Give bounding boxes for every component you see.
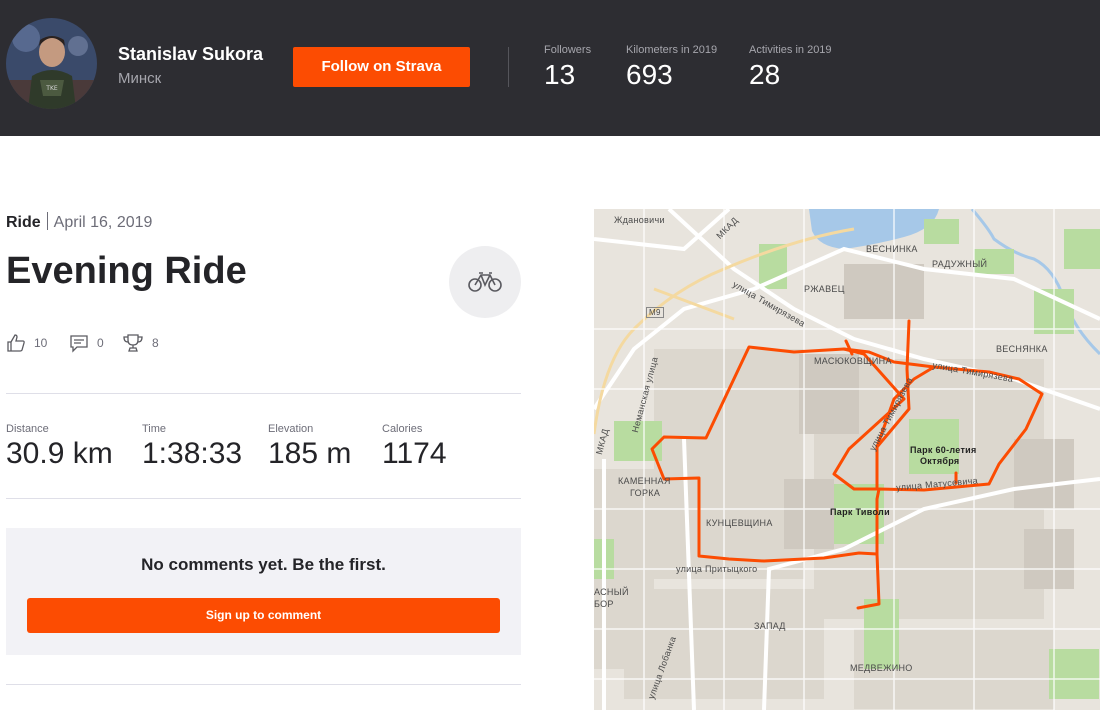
athlete-name[interactable]: Stanislav Sukora — [118, 44, 263, 65]
metric-distance: Distance 30.9 km — [6, 423, 113, 471]
map-label: Октября — [920, 456, 960, 466]
no-comments-text: No comments yet. Be the first. — [141, 555, 386, 574]
signup-to-comment-button[interactable]: Sign up to comment — [27, 598, 500, 633]
avatar[interactable]: TKE — [6, 18, 97, 109]
metric-value: 1:38:33 — [142, 437, 243, 470]
comments-section: No comments yet. Be the first. Sign up t… — [6, 528, 521, 655]
map-label: ВЕСНИНКА — [866, 244, 918, 254]
bike-icon — [468, 272, 502, 292]
comment-icon — [70, 335, 88, 353]
metric-label: Time — [142, 423, 167, 435]
kudos-button[interactable]: 10 — [6, 333, 47, 353]
stat-label: Activities in 2019 — [749, 44, 832, 56]
route-map[interactable]: Ждановичи МКАД ВЕСНИНКА РАДУЖНЫЙ РЖАВЕЦ … — [594, 209, 1100, 710]
svg-text:TKE: TKE — [45, 85, 58, 92]
athlete-header: TKE Stanislav Sukora Минск Follow on Str… — [0, 0, 1100, 136]
divider — [6, 393, 521, 394]
stat-value: 693 — [626, 59, 673, 90]
metric-value: 185 m — [268, 437, 352, 470]
metric-value: 30.9 km — [6, 437, 113, 470]
comments-count: 0 — [97, 336, 104, 350]
metric-label: Calories — [382, 423, 423, 435]
metric-label: Distance — [6, 423, 49, 435]
map-label: Ждановичи — [614, 215, 665, 225]
stat-followers: Followers 13 — [544, 44, 591, 91]
metric-calories: Calories 1174 — [382, 423, 447, 471]
comments-button[interactable]: 0 — [69, 333, 104, 353]
activity-meta: Ride April 16, 2019 — [6, 212, 152, 232]
stat-kilometers: Kilometers in 2019 693 — [626, 44, 717, 91]
metric-time: Time 1:38:33 — [142, 423, 242, 471]
stat-value: 28 — [749, 59, 781, 90]
map-label: АСНЫЙ — [594, 587, 629, 597]
map-label: Парк 60-летия — [910, 445, 977, 455]
metric-value: 1174 — [382, 437, 447, 470]
meta-separator — [46, 212, 48, 230]
stat-label: Followers — [544, 44, 592, 56]
map-label: ВЕСНЯНКА — [996, 344, 1048, 354]
stat-value: 13 — [544, 59, 576, 90]
activity-type: Ride — [6, 214, 41, 231]
activity-date: April 16, 2019 — [53, 214, 153, 231]
stat-label: Kilometers in 2019 — [626, 44, 718, 56]
follow-button[interactable]: Follow on Strava — [293, 47, 470, 87]
thumbs-up-icon — [7, 334, 25, 352]
map-label: МЕДВЕЖИНО — [850, 663, 913, 673]
stat-activities: Activities in 2019 28 — [749, 44, 832, 91]
activity-title: Evening Ride — [6, 250, 247, 292]
activity-type-badge — [449, 246, 521, 318]
map-label: РАДУЖНЫЙ — [932, 259, 988, 269]
map-label: КАМЕННАЯ — [618, 476, 671, 486]
trophy-icon — [123, 334, 143, 352]
map-label: КУНЦЕВЩИНА — [706, 518, 773, 528]
map-label: ЗАПАД — [754, 621, 786, 631]
achievements-button[interactable]: 8 — [122, 333, 159, 353]
map-label: МАСЮКОВЩИНА — [814, 356, 892, 366]
athlete-location: Минск — [118, 70, 162, 87]
metric-elevation: Elevation 185 m — [268, 423, 351, 471]
map-label: РЖАВЕЦ — [804, 284, 845, 294]
map-label: ГОРКА — [630, 488, 661, 498]
divider — [6, 684, 521, 685]
metric-label: Elevation — [268, 423, 314, 435]
kudos-count: 10 — [34, 336, 48, 350]
achievements-count: 8 — [152, 336, 159, 350]
map-label: улица Притыцкого — [676, 564, 758, 574]
map-label: М9 — [646, 307, 664, 318]
map-label: БОР — [594, 599, 614, 609]
header-divider — [508, 47, 509, 87]
map-label: Парк Тиволи — [830, 507, 890, 517]
divider — [6, 498, 521, 499]
